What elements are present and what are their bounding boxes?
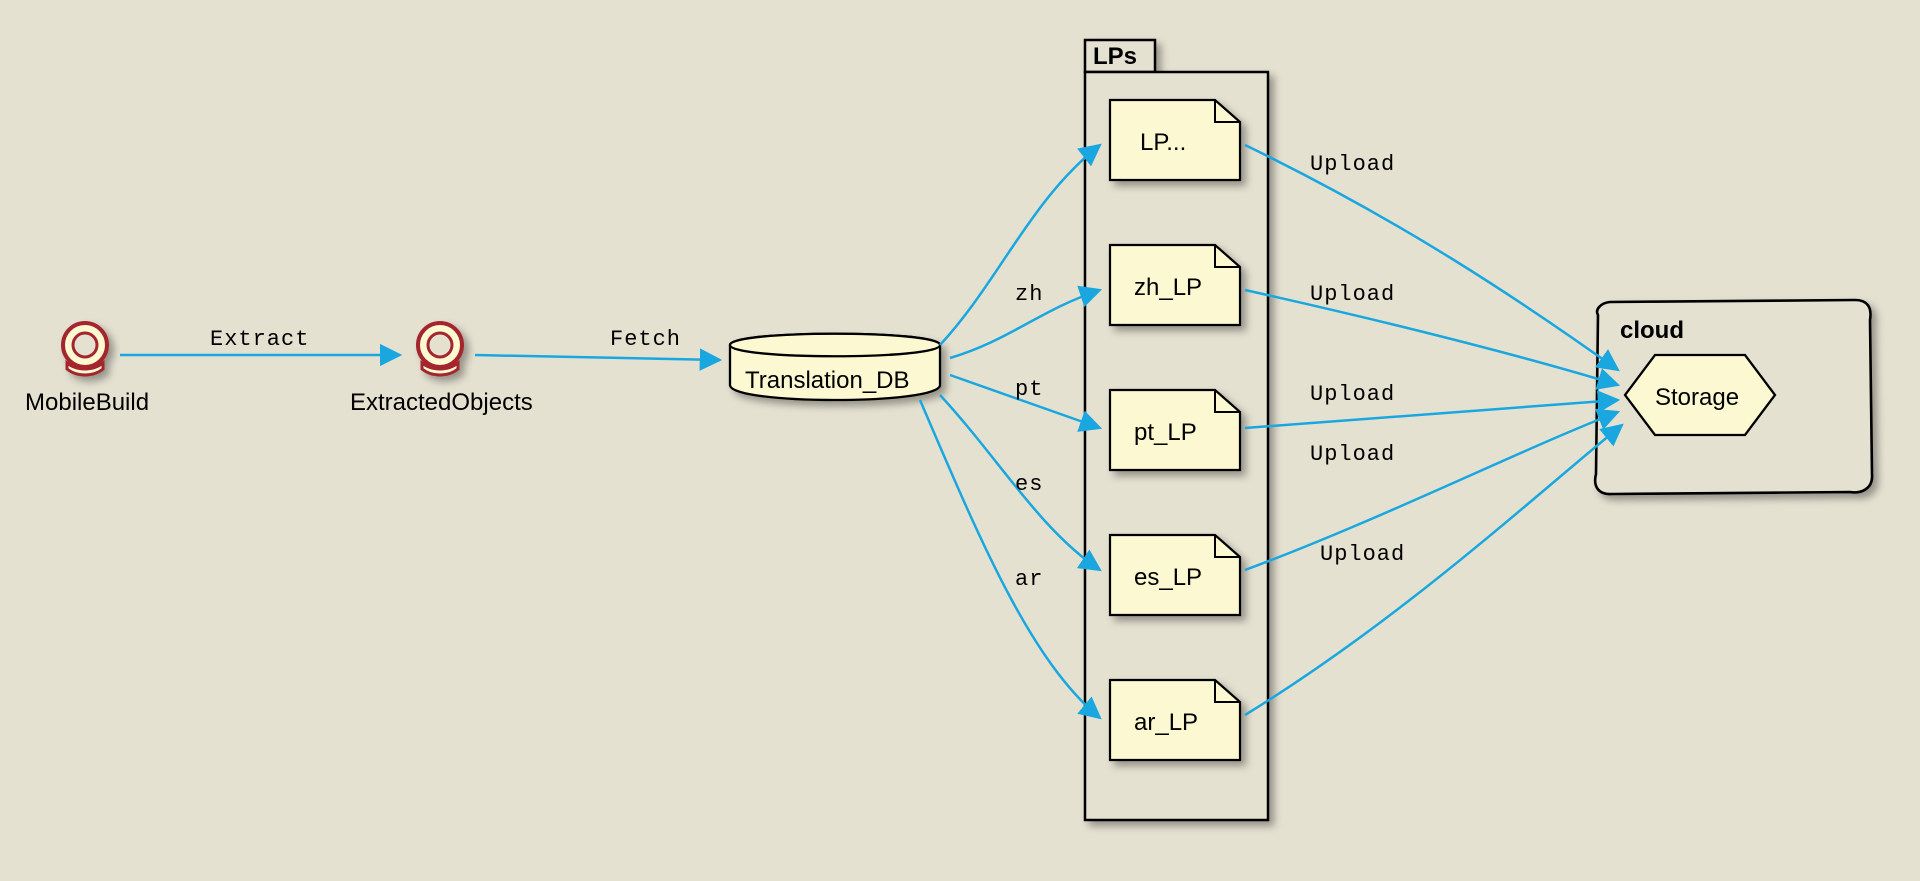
node-lp-default: LP... — [1110, 100, 1240, 180]
container-cloud: cloud Storage — [1595, 300, 1872, 494]
edge-upload-lp-default: Upload — [1245, 145, 1618, 370]
zh-lp-label: zh_LP — [1134, 274, 1202, 301]
es-lp-label: es_LP — [1134, 564, 1202, 591]
edge-db-ar: ar — [920, 400, 1100, 718]
ring-icon — [63, 323, 107, 375]
cloud-title: cloud — [1620, 317, 1684, 344]
node-mobile-build: MobileBuild — [25, 323, 149, 416]
node-pt-lp: pt_LP — [1110, 390, 1240, 470]
node-ar-lp: ar_LP — [1110, 680, 1240, 760]
edge-zh-label: zh — [1015, 282, 1043, 307]
lps-title: LPs — [1093, 43, 1137, 70]
storage-label: Storage — [1655, 384, 1739, 411]
node-zh-lp: zh_LP — [1110, 245, 1240, 325]
ar-lp-label: ar_LP — [1134, 709, 1198, 736]
edge-upload0-label: Upload — [1310, 152, 1395, 177]
edge-upload-es: Upload — [1245, 412, 1618, 570]
edge-upload-ar: Upload — [1245, 425, 1622, 715]
edge-extract-label: Extract — [210, 327, 309, 352]
ring-icon — [418, 323, 462, 375]
node-translation-db: Translation_DB — [730, 334, 940, 400]
edge-fetch-label: Fetch — [610, 327, 681, 352]
arrow-line — [475, 355, 720, 360]
edge-upload-pt: Upload — [1245, 382, 1618, 428]
lp-default-label: LP... — [1140, 129, 1186, 156]
edge-upload2-label: Upload — [1310, 382, 1395, 407]
edge-upload3-label: Upload — [1310, 442, 1395, 467]
edge-fetch: Fetch — [475, 327, 720, 360]
edge-upload-zh: Upload — [1245, 282, 1618, 385]
edge-db-zh: zh — [950, 282, 1100, 358]
edge-pt-label: pt — [1015, 377, 1043, 402]
edge-extract: Extract — [120, 327, 400, 355]
edge-es-label: es — [1015, 472, 1043, 497]
mobile-build-label: MobileBuild — [25, 389, 149, 416]
node-extracted-objects: ExtractedObjects — [350, 323, 533, 416]
extracted-objects-label: ExtractedObjects — [350, 389, 533, 416]
node-storage: Storage — [1625, 355, 1775, 435]
edge-upload1-label: Upload — [1310, 282, 1395, 307]
node-es-lp: es_LP — [1110, 535, 1240, 615]
edge-upload4-label: Upload — [1320, 542, 1405, 567]
translation-db-label: Translation_DB — [745, 367, 910, 394]
edge-db-es: es — [940, 395, 1100, 570]
edge-ar-label: ar — [1015, 567, 1043, 592]
edge-db-pt: pt — [950, 375, 1100, 428]
pt-lp-label: pt_LP — [1134, 419, 1197, 446]
edge-db-lp-default — [940, 145, 1100, 345]
